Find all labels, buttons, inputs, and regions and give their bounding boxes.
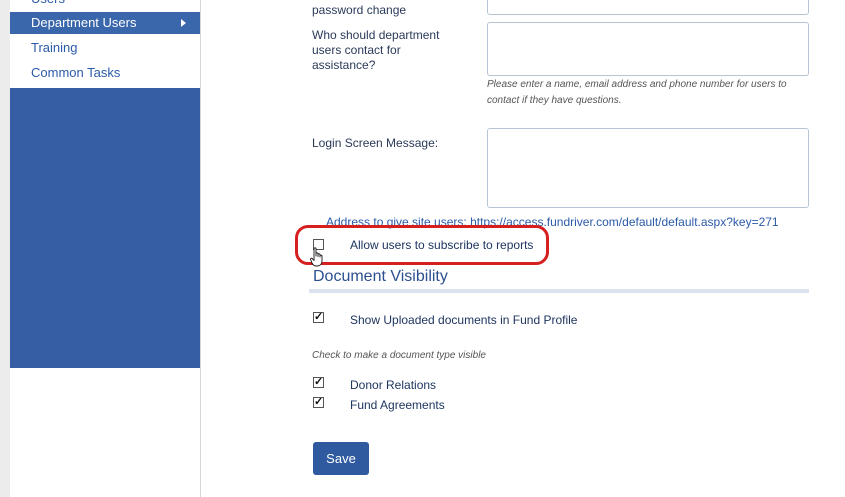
sidebar-item-department-users[interactable]: Department Users xyxy=(10,12,200,34)
contact-hint: Please enter a name, email address and p… xyxy=(487,79,787,106)
donor-relations-label: Donor Relations xyxy=(350,378,437,392)
hand-cursor-icon xyxy=(310,247,323,267)
show-uploaded-checkbox[interactable]: ✓ xyxy=(313,312,324,323)
donor-relations-checkbox[interactable]: ✓ xyxy=(313,377,324,388)
fund-agreements-checkbox[interactable]: ✓ xyxy=(313,397,324,408)
sidebar-item-users[interactable]: Users xyxy=(10,0,200,10)
sidebar-panel xyxy=(10,88,200,368)
save-button[interactable]: Save xyxy=(313,442,369,475)
document-visibility-title: Document Visibility xyxy=(313,268,448,285)
sidebar-item-common-tasks[interactable]: Common Tasks xyxy=(10,62,200,84)
sidebar-item-label: Department Users xyxy=(31,15,137,30)
password-change-field[interactable] xyxy=(487,0,809,15)
password-change-label: password change xyxy=(312,3,407,17)
fund-agreements-label: Fund Agreements xyxy=(350,398,445,412)
doc-type-hint: Check to make a document type visible xyxy=(312,350,486,361)
show-uploaded-label: Show Uploaded documents in Fund Profile xyxy=(350,313,578,327)
contact-field[interactable] xyxy=(487,22,809,76)
contact-label: Who should department users contact for … xyxy=(312,28,440,72)
login-message-label: Login Screen Message: xyxy=(312,136,439,150)
sidebar: Users Department Users Training Common T… xyxy=(10,0,201,497)
section-divider xyxy=(309,289,809,293)
chevron-right-icon xyxy=(181,19,186,27)
sidebar-item-training[interactable]: Training xyxy=(10,37,200,59)
login-message-field[interactable] xyxy=(487,128,809,208)
highlight-annotation xyxy=(295,225,549,265)
